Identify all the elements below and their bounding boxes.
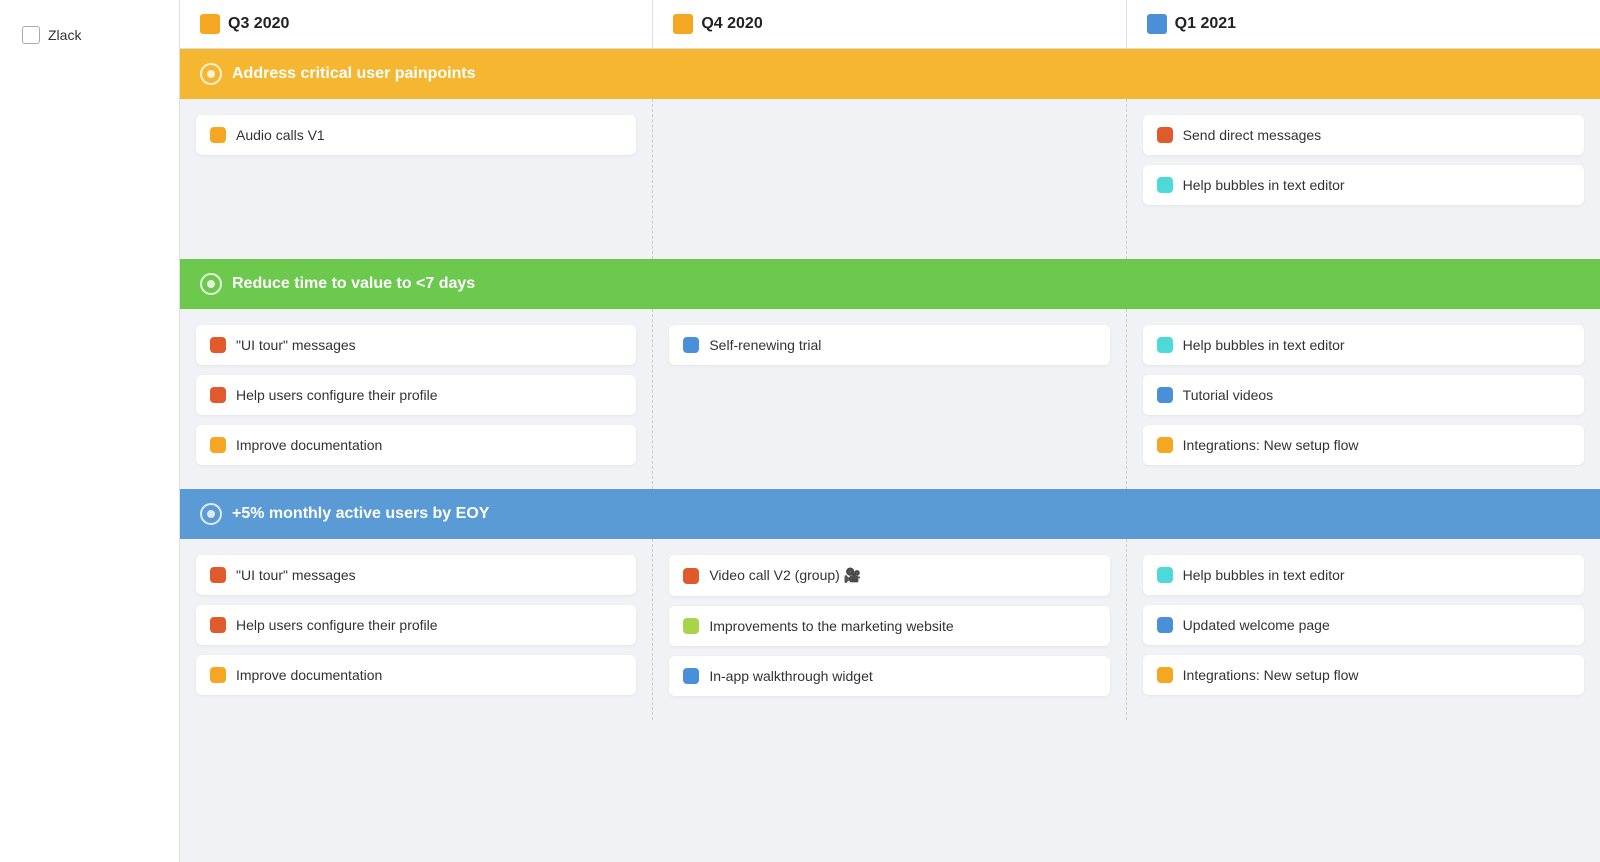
swimlane-col-2-2: Help bubbles in text editor Updated welco…	[1127, 539, 1600, 720]
feature-card-label: Help users configure their profile	[236, 387, 438, 403]
swimlane-1: Reduce time to value to <7 days "UI tour"…	[180, 259, 1600, 489]
feature-dot-icon	[210, 667, 226, 683]
feature-card-label: Help bubbles in text editor	[1183, 337, 1345, 353]
col-header-label-q4: Q4 2020	[701, 15, 762, 33]
feature-card[interactable]: Tutorial videos	[1143, 375, 1584, 415]
feature-card[interactable]: In-app walkthrough widget	[669, 656, 1109, 696]
feature-card-label: Improvements to the marketing website	[709, 618, 953, 634]
swimlane-col-2-0: "UI tour" messages Help users configure t…	[180, 539, 653, 720]
feature-card[interactable]: Send direct messages	[1143, 115, 1584, 155]
swimlane-col-2-1: Video call V2 (group) 🎥 Improvements to t…	[653, 539, 1126, 720]
feature-card[interactable]: Updated welcome page	[1143, 605, 1584, 645]
feature-card[interactable]: Improve documentation	[196, 425, 636, 465]
feature-dot-icon	[683, 568, 699, 584]
q3-flag-icon	[200, 14, 220, 34]
swimlane-col-0-0: Audio calls V1	[180, 99, 653, 259]
q4-flag-icon	[673, 14, 693, 34]
feature-dot-icon	[210, 567, 226, 583]
feature-card-label: "UI tour" messages	[236, 337, 356, 353]
swimlane-body-2: "UI tour" messages Help users configure t…	[180, 539, 1600, 720]
feature-card-label: Audio calls V1	[236, 127, 325, 143]
feature-card-label: Integrations: New setup flow	[1183, 437, 1359, 453]
feature-card-label: Self-renewing trial	[709, 337, 821, 353]
feature-card[interactable]: "UI tour" messages	[196, 555, 636, 595]
feature-card[interactable]: "UI tour" messages	[196, 325, 636, 365]
feature-card[interactable]: Help bubbles in text editor	[1143, 325, 1584, 365]
main-content: Q3 2020 Q4 2020 Q1 2021 Address critical…	[180, 0, 1600, 862]
swimlane-col-1-2: Help bubbles in text editor Tutorial vide…	[1127, 309, 1600, 489]
box-icon	[22, 26, 40, 44]
swimlane-title: Address critical user painpoints	[232, 65, 476, 83]
swimlane-2: +5% monthly active users by EOY "UI tour"…	[180, 489, 1600, 720]
feature-dot-icon	[1157, 667, 1173, 683]
feature-dot-icon	[1157, 567, 1173, 583]
q1-flag-icon	[1147, 14, 1167, 34]
feature-card-label: Help users configure their profile	[236, 617, 438, 633]
swimlane-body-1: "UI tour" messages Help users configure t…	[180, 309, 1600, 489]
swimlane-title-bar-1: Reduce time to value to <7 days	[180, 259, 1600, 309]
feature-card-label: Tutorial videos	[1183, 387, 1274, 403]
circle-progress-icon	[200, 273, 222, 295]
col-header-label-q1: Q1 2021	[1175, 15, 1236, 33]
feature-card[interactable]: Help users configure their profile	[196, 605, 636, 645]
feature-card[interactable]: Integrations: New setup flow	[1143, 425, 1584, 465]
feature-dot-icon	[1157, 127, 1173, 143]
col-header-q3: Q3 2020	[180, 0, 653, 48]
feature-dot-icon	[1157, 437, 1173, 453]
swimlane-col-1-1: Self-renewing trial	[653, 309, 1126, 489]
feature-card[interactable]: Self-renewing trial	[669, 325, 1109, 365]
feature-card-label: Video call V2 (group) 🎥	[709, 567, 861, 584]
swimlane-title: Reduce time to value to <7 days	[232, 275, 475, 293]
feature-dot-icon	[1157, 617, 1173, 633]
sidebar: Zlack	[0, 0, 180, 862]
circle-progress-icon	[200, 63, 222, 85]
swimlane-title-bar-2: +5% monthly active users by EOY	[180, 489, 1600, 539]
feature-dot-icon	[683, 668, 699, 684]
feature-card-label: Improve documentation	[236, 437, 382, 453]
col-header-label-q3: Q3 2020	[228, 15, 289, 33]
feature-card-label: "UI tour" messages	[236, 567, 356, 583]
col-header-q4: Q4 2020	[653, 0, 1126, 48]
feature-card-label: Integrations: New setup flow	[1183, 667, 1359, 683]
swimlane-title-bar-0: Address critical user painpoints	[180, 49, 1600, 99]
feature-card-label: Help bubbles in text editor	[1183, 567, 1345, 583]
feature-dot-icon	[1157, 177, 1173, 193]
grid-container: Q3 2020 Q4 2020 Q1 2021 Address critical…	[180, 0, 1600, 720]
swimlanes-container: Address critical user painpoints Audio ca…	[180, 49, 1600, 720]
circle-progress-icon	[200, 503, 222, 525]
feature-card[interactable]: Improvements to the marketing website	[669, 606, 1109, 646]
feature-dot-icon	[210, 437, 226, 453]
feature-card[interactable]: Improve documentation	[196, 655, 636, 695]
feature-card[interactable]: Help bubbles in text editor	[1143, 555, 1584, 595]
swimlane-col-1-0: "UI tour" messages Help users configure t…	[180, 309, 653, 489]
feature-dot-icon	[210, 617, 226, 633]
feature-dot-icon	[1157, 387, 1173, 403]
feature-dot-icon	[210, 387, 226, 403]
swimlane-col-0-2: Send direct messages Help bubbles in text…	[1127, 99, 1600, 259]
feature-card-label: Help bubbles in text editor	[1183, 177, 1345, 193]
feature-card[interactable]: Audio calls V1	[196, 115, 636, 155]
feature-dot-icon	[210, 337, 226, 353]
feature-dot-icon	[210, 127, 226, 143]
feature-card-label: Improve documentation	[236, 667, 382, 683]
sidebar-item-label: Zlack	[48, 27, 81, 43]
feature-card[interactable]: Help bubbles in text editor	[1143, 165, 1584, 205]
feature-card[interactable]: Video call V2 (group) 🎥	[669, 555, 1109, 596]
feature-card-label: Updated welcome page	[1183, 617, 1330, 633]
col-header-q1: Q1 2021	[1127, 0, 1600, 48]
feature-dot-icon	[683, 337, 699, 353]
feature-card-label: Send direct messages	[1183, 127, 1322, 143]
swimlane-col-0-1	[653, 99, 1126, 259]
columns-header: Q3 2020 Q4 2020 Q1 2021	[180, 0, 1600, 49]
feature-card[interactable]: Help users configure their profile	[196, 375, 636, 415]
swimlane-title: +5% monthly active users by EOY	[232, 505, 489, 523]
sidebar-item-zlack[interactable]: Zlack	[14, 20, 165, 50]
feature-dot-icon	[683, 618, 699, 634]
feature-card-label: In-app walkthrough widget	[709, 668, 872, 684]
swimlane-0: Address critical user painpoints Audio ca…	[180, 49, 1600, 259]
feature-card[interactable]: Integrations: New setup flow	[1143, 655, 1584, 695]
swimlane-body-0: Audio calls V1 Send direct messages Help b…	[180, 99, 1600, 259]
feature-dot-icon	[1157, 337, 1173, 353]
